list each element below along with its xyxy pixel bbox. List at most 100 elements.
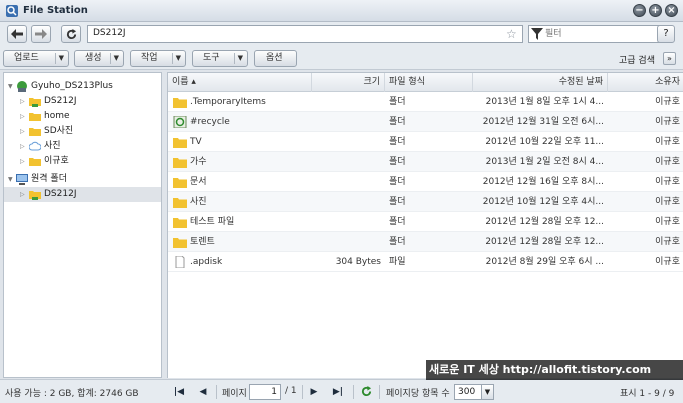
expand-icon[interactable]: ▷ <box>20 109 28 124</box>
table-row[interactable]: 테스트 파일 폴더 2012년 12월 28일 오후 12... 이규호 <box>168 212 683 232</box>
file-size <box>312 212 385 232</box>
minimize-button[interactable]: − <box>633 4 646 17</box>
upload-button[interactable]: 업로드 ▼ <box>3 50 69 67</box>
chevron-down-icon: ▼ <box>113 54 119 62</box>
column-type[interactable]: 파일 형식 <box>385 73 473 92</box>
file-name: 사진 <box>190 197 207 207</box>
path-field[interactable]: DS212J <box>87 25 523 43</box>
reload-button[interactable] <box>359 385 373 399</box>
file-type: 폴더 <box>389 97 406 107</box>
table-row[interactable]: .apdisk 304 Bytes 파일 2012년 8월 29일 오후 6시 ...… <box>168 252 683 272</box>
tree-item-home[interactable]: ▷ home <box>4 109 161 124</box>
column-name[interactable]: 이름 ▴ <box>168 73 312 92</box>
file-size <box>312 192 385 212</box>
tree-remote-item-ds212j[interactable]: ▷ DS212J <box>4 187 161 202</box>
file-size <box>312 132 385 152</box>
advanced-search-label[interactable]: 고급 검색 <box>619 53 655 66</box>
maximize-button[interactable]: + <box>649 4 662 17</box>
expand-icon[interactable]: ▷ <box>20 154 28 169</box>
column-modified[interactable]: 수정된 날짜 <box>473 73 608 92</box>
file-owner: 이규호 <box>655 157 680 167</box>
last-page-button[interactable]: ▶| <box>331 385 345 399</box>
forward-button[interactable] <box>31 25 51 43</box>
tree-item-sd-photos[interactable]: ▷ SD사진 <box>4 124 161 139</box>
tree-item-label: DS212J <box>44 189 77 199</box>
table-row[interactable]: 토렌트 폴더 2012년 12월 28일 오후 12... 이규호 <box>168 232 683 252</box>
file-icon <box>175 256 185 268</box>
table-row[interactable]: 가수 폴더 2013년 1월 2일 오전 8시 4... 이규호 <box>168 152 683 172</box>
file-type: 폴더 <box>389 177 406 187</box>
close-button[interactable]: × <box>665 4 678 17</box>
file-type: 파일 <box>389 257 406 267</box>
tree-item-photos[interactable]: ▷ 사진 <box>4 139 161 154</box>
help-button[interactable]: ? <box>657 25 675 43</box>
collapse-icon[interactable]: ▼ <box>8 79 16 94</box>
file-modified: 2012년 10월 22일 오후 11... <box>485 137 604 147</box>
settings-button[interactable]: 옵션 <box>254 50 297 67</box>
file-name: .apdisk <box>190 257 223 267</box>
server-icon <box>17 81 27 92</box>
tree-item-label: 사진 <box>44 141 61 151</box>
table-row[interactable]: TV 폴더 2012년 10월 22일 오후 11... 이규호 <box>168 132 683 152</box>
advanced-search-toggle[interactable]: » <box>663 52 676 65</box>
chevron-down-icon: ▼ <box>237 54 243 62</box>
tree-server-node[interactable]: ▼ Gyuho_DS213Plus <box>4 79 161 94</box>
column-size[interactable]: 크기 <box>312 73 385 92</box>
first-page-button[interactable]: |◀ <box>172 385 186 399</box>
tools-label: 도구 <box>203 53 220 63</box>
favorite-star-icon[interactable]: ☆ <box>506 25 517 43</box>
arrow-left-icon <box>11 29 23 39</box>
tree-item-label: DS212J <box>44 96 77 106</box>
page-number-input[interactable]: 1 <box>249 384 281 400</box>
file-type: 폴더 <box>389 137 406 147</box>
table-row[interactable]: .TemporaryItems 폴더 2013년 1월 8일 오후 1시 4... 이… <box>168 92 683 112</box>
watermark: 새로운 IT 세상 http://allofit.tistory.com <box>426 360 683 380</box>
collapse-icon[interactable]: ▼ <box>8 172 16 187</box>
tree-item-user[interactable]: ▷ 이규호 <box>4 154 161 169</box>
file-name: TV <box>190 137 202 147</box>
filter-field[interactable] <box>528 25 666 43</box>
create-button[interactable]: 생성 ▼ <box>74 50 124 67</box>
shared-folder-icon <box>29 191 41 200</box>
chevron-down-icon: ▼ <box>58 54 64 62</box>
refresh-button[interactable] <box>61 25 81 43</box>
file-size <box>312 92 385 112</box>
tree-item-ds212j[interactable]: ▷ DS212J <box>4 94 161 109</box>
file-name: 토렌트 <box>190 237 215 247</box>
file-modified: 2012년 10월 12일 오후 4시... <box>482 197 604 207</box>
table-row[interactable]: 문서 폴더 2012년 12월 16일 오후 8시... 이규호 <box>168 172 683 192</box>
file-size: 304 Bytes <box>335 257 381 267</box>
filter-input[interactable] <box>545 27 663 41</box>
file-type: 폴더 <box>389 217 406 227</box>
chevron-down-icon: ▼ <box>175 54 181 62</box>
refresh-icon <box>66 29 76 40</box>
column-owner[interactable]: 소유자 <box>608 73 683 92</box>
tree-remote-label: 원격 폴더 <box>31 174 67 184</box>
expand-icon[interactable]: ▷ <box>20 124 28 139</box>
next-page-button[interactable]: ▶ <box>307 385 321 399</box>
expand-icon[interactable]: ▷ <box>20 139 28 154</box>
action-button[interactable]: 작업 ▼ <box>130 50 186 67</box>
table-row[interactable]: 사진 폴더 2012년 10월 12일 오후 4시... 이규호 <box>168 192 683 212</box>
per-page-select[interactable]: 300 ▼ <box>454 384 494 400</box>
file-list: 이름 ▴ 크기 파일 형식 수정된 날짜 소유자 .TemporaryItems… <box>167 72 683 378</box>
tree-remote-node[interactable]: ▼ 원격 폴더 <box>4 172 161 187</box>
shared-folder-icon <box>29 98 41 107</box>
tree-server-label: Gyuho_DS213Plus <box>31 81 113 91</box>
page-total: / 1 <box>285 386 297 396</box>
showing-range: 표시 1 - 9 / 9 <box>620 389 675 399</box>
prev-page-button[interactable]: ◀ <box>196 385 210 399</box>
expand-icon[interactable]: ▷ <box>20 187 28 202</box>
expand-icon[interactable]: ▷ <box>20 94 28 109</box>
file-name: .TemporaryItems <box>190 97 266 107</box>
window-title: File Station <box>23 5 88 16</box>
tools-button[interactable]: 도구 ▼ <box>192 50 248 67</box>
file-modified: 2013년 1월 8일 오후 1시 4... <box>485 97 604 107</box>
back-button[interactable] <box>7 25 27 43</box>
recycle-bin-icon <box>173 116 187 128</box>
folder-icon <box>29 128 41 136</box>
table-row[interactable]: #recycle 폴더 2012년 12월 31일 오전 6시... 이규호 <box>168 112 683 132</box>
toolbar: 업로드 ▼ 생성 ▼ 작업 ▼ 도구 ▼ 옵션 고급 검색 » <box>0 47 683 70</box>
file-type: 폴더 <box>389 157 406 167</box>
per-page-label: 페이지당 항목 수 <box>386 389 450 399</box>
